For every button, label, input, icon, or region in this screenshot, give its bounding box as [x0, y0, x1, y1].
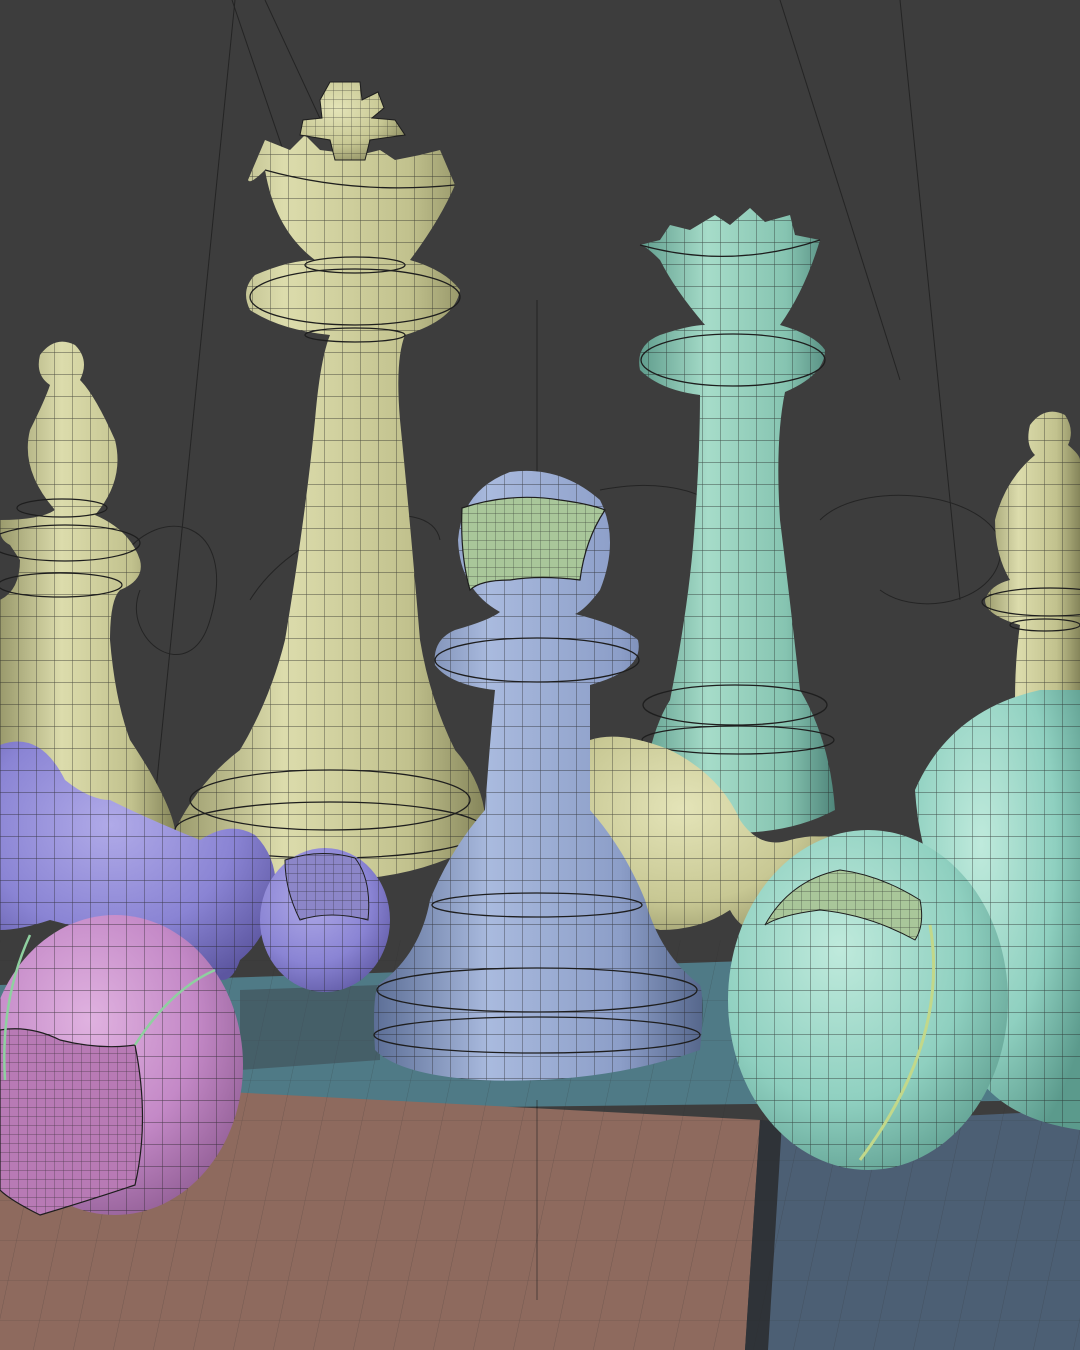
scene-render	[0, 0, 1080, 1350]
board-rim	[240, 985, 380, 1070]
3d-viewport[interactable]	[0, 0, 1080, 1350]
